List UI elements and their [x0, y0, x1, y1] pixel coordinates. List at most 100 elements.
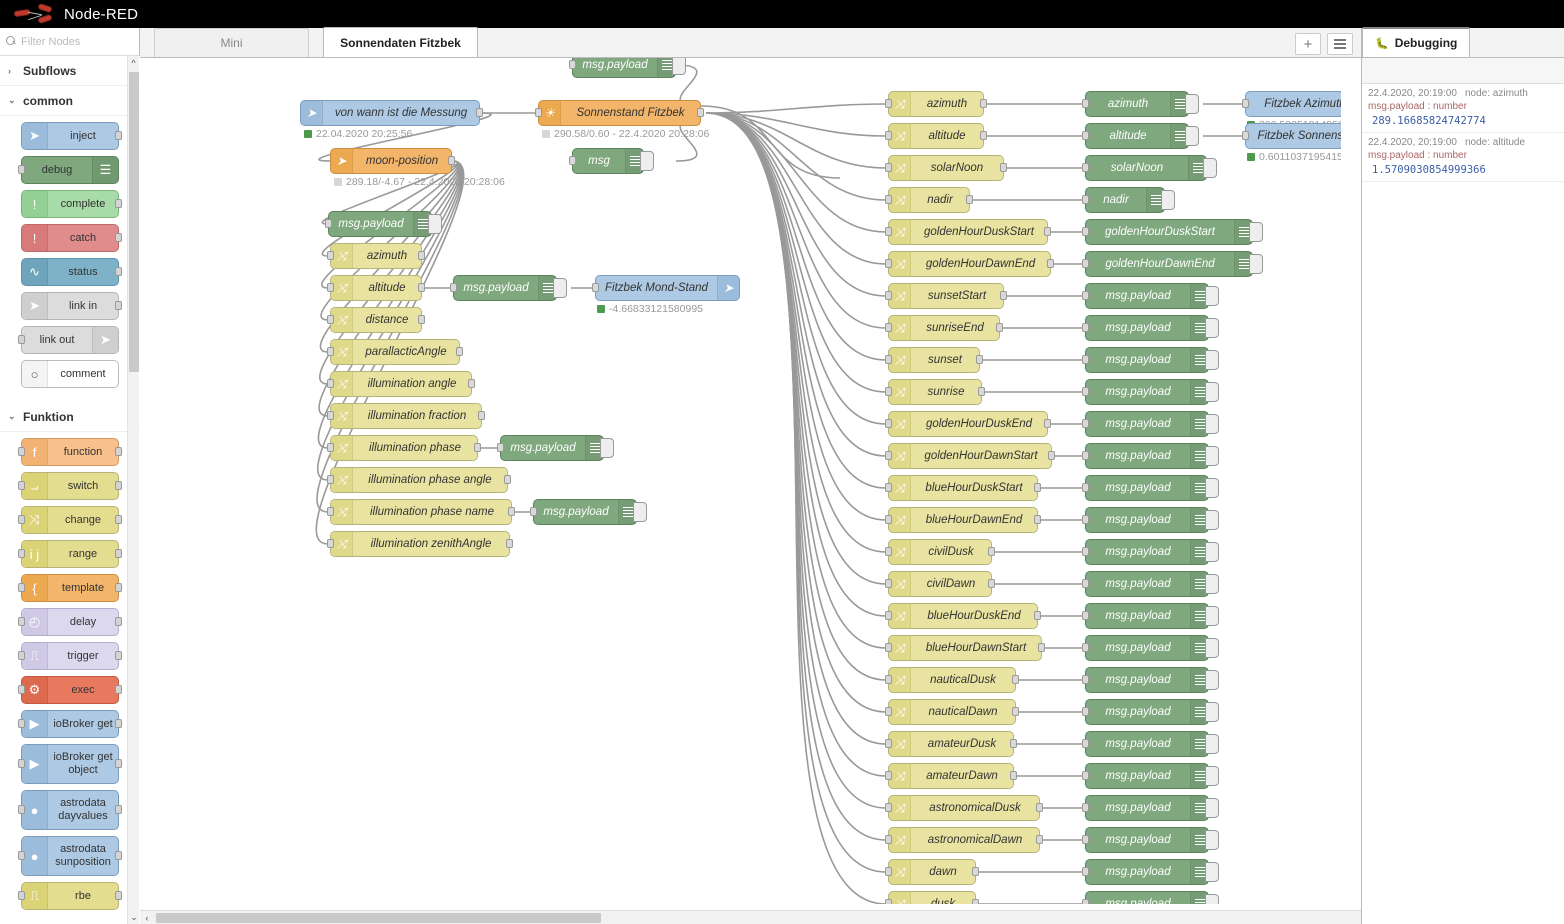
- node-input-port[interactable]: [885, 643, 892, 652]
- flow-node-sun-debug-10[interactable]: msg.payload: [1082, 411, 1219, 437]
- debug-toggle-button[interactable]: [1203, 158, 1217, 178]
- node-input-port[interactable]: [1082, 579, 1089, 588]
- flow-node-sun-debug-5[interactable]: goldenHourDawnEnd: [1082, 251, 1263, 277]
- debug-toggle-button[interactable]: [1205, 574, 1219, 594]
- debug-toggle-button[interactable]: [1205, 638, 1219, 658]
- debug-toggle-button[interactable]: [1249, 222, 1263, 242]
- flow-node-sun-debug-23[interactable]: msg.payload: [1082, 827, 1219, 853]
- flow-node-sun-goldenhourduskend[interactable]: ⤨ goldenHourDuskEnd: [885, 411, 1051, 437]
- flow-node-sun-debug-13[interactable]: msg.payload: [1082, 507, 1219, 533]
- node-input-port[interactable]: [885, 803, 892, 812]
- add-flow-button[interactable]: +: [1295, 33, 1321, 55]
- flow-node-sun-debug-12[interactable]: msg.payload: [1082, 475, 1219, 501]
- node-input-port[interactable]: [1082, 707, 1089, 716]
- node-input-port[interactable]: [1082, 259, 1089, 268]
- debug-toggle-button[interactable]: [1205, 478, 1219, 498]
- debug-toggle-button[interactable]: [1185, 94, 1199, 114]
- node-output-port[interactable]: [1010, 771, 1017, 780]
- palette-scrollbar[interactable]: ^ ⌄: [127, 56, 139, 924]
- node-output-port[interactable]: [972, 867, 979, 876]
- flow-node-sun-debug-8[interactable]: msg.payload: [1082, 347, 1219, 373]
- node-input-port[interactable]: [18, 617, 25, 626]
- flow-node-sun-debug-2[interactable]: solarNoon: [1082, 155, 1217, 181]
- node-output-port[interactable]: [448, 156, 455, 165]
- node-output-port[interactable]: [418, 283, 425, 292]
- palette-category-common[interactable]: ⌄ common: [0, 86, 140, 116]
- palette-node-status[interactable]: ∿ status: [21, 258, 122, 286]
- node-input-port[interactable]: [18, 447, 25, 456]
- flow-node-sun-amateurdusk[interactable]: ⤨ amateurDusk: [885, 731, 1017, 757]
- flow-node-sun-dawn[interactable]: ⤨ dawn: [885, 859, 979, 885]
- node-output-port[interactable]: [1010, 739, 1017, 748]
- debug-toggle-button[interactable]: [1205, 734, 1219, 754]
- node-input-port[interactable]: [885, 99, 892, 108]
- palette-node-delay[interactable]: ◴ delay: [18, 608, 122, 636]
- node-output-port[interactable]: [115, 515, 122, 524]
- flow-node-dbg-moon-payload[interactable]: msg.payload: [325, 211, 442, 237]
- flow-node-moon-illumination-phase-angle[interactable]: ⤨ illumination phase angle: [327, 467, 511, 493]
- flow-node-sun-debug-25[interactable]: msg.payload: [1082, 891, 1219, 904]
- node-input-port[interactable]: [18, 805, 25, 814]
- node-input-port[interactable]: [18, 335, 25, 344]
- node-output-port[interactable]: [1012, 707, 1019, 716]
- node-input-port[interactable]: [1082, 387, 1089, 396]
- search-input[interactable]: [21, 35, 133, 48]
- node-output-port[interactable]: [115, 685, 122, 694]
- node-output-port[interactable]: [418, 251, 425, 260]
- node-input-port[interactable]: [1082, 739, 1089, 748]
- debug-toggle-button[interactable]: [428, 214, 442, 234]
- flow-node-sun-debug-11[interactable]: msg.payload: [1082, 443, 1219, 469]
- flow-node-sun-astronomicaldusk[interactable]: ⤨ astronomicalDusk: [885, 795, 1043, 821]
- palette-scroll-area[interactable]: › Subflows ⌄ common ➤ inject debug ☰! complete! c…: [0, 56, 140, 924]
- debug-toggle-button[interactable]: [1205, 382, 1219, 402]
- flow-node-moon-parallacticangle[interactable]: ⤨ parallacticAngle: [327, 339, 463, 365]
- flow-node-sun-debug-21[interactable]: msg.payload: [1082, 763, 1219, 789]
- node-input-port[interactable]: [1082, 515, 1089, 524]
- node-input-port[interactable]: [327, 475, 334, 484]
- flow-node-moon-debug-2[interactable]: msg.payload: [530, 499, 647, 525]
- node-output-port[interactable]: [1044, 419, 1051, 428]
- node-output-port[interactable]: [115, 131, 122, 140]
- flow-canvas-viewport[interactable]: ➤ von wann ist die Messung 22.04.2020 20:2…: [140, 58, 1361, 924]
- node-output-port[interactable]: [115, 233, 122, 242]
- node-input-port[interactable]: [327, 251, 334, 260]
- canvas-hscroll-thumb[interactable]: [156, 913, 601, 923]
- debug-toggle-button[interactable]: [1205, 702, 1219, 722]
- flow-node-moon-position[interactable]: ➤ moon-position: [330, 148, 455, 174]
- flow-node-sun-debug-18[interactable]: msg.payload: [1082, 667, 1219, 693]
- node-output-port[interactable]: [976, 355, 983, 364]
- node-output-port[interactable]: [115, 447, 122, 456]
- node-input-port[interactable]: [885, 547, 892, 556]
- tab-debugging[interactable]: 🐛 Debugging: [1362, 27, 1471, 57]
- node-output-port[interactable]: [1034, 483, 1041, 492]
- flow-node-sun-debug-0[interactable]: azimuth: [1082, 91, 1199, 117]
- node-input-port[interactable]: [327, 411, 334, 420]
- node-input-port[interactable]: [885, 419, 892, 428]
- flow-node-sun-nauticaldawn[interactable]: ⤨ nauticalDawn: [885, 699, 1019, 725]
- palette-scroll-thumb[interactable]: [129, 72, 139, 372]
- node-output-port[interactable]: [115, 891, 122, 900]
- node-output-port[interactable]: [697, 108, 704, 117]
- flow-node-sun-bluehourduskend[interactable]: ⤨ blueHourDuskEnd: [885, 603, 1041, 629]
- node-output-port[interactable]: [980, 131, 987, 140]
- node-input-port[interactable]: [885, 899, 892, 904]
- node-input-port[interactable]: [1082, 771, 1089, 780]
- node-output-port[interactable]: [1036, 803, 1043, 812]
- debug-toggle-button[interactable]: [1161, 190, 1175, 210]
- node-input-port[interactable]: [1082, 291, 1089, 300]
- flow-node-moon-debug-0[interactable]: msg.payload: [450, 275, 567, 301]
- node-output-port[interactable]: [1000, 291, 1007, 300]
- node-input-port[interactable]: [885, 739, 892, 748]
- node-output-port[interactable]: [115, 301, 122, 310]
- node-output-port[interactable]: [115, 199, 122, 208]
- flow-node-sun-debug-20[interactable]: msg.payload: [1082, 731, 1219, 757]
- node-input-port[interactable]: [1082, 643, 1089, 652]
- node-input-port[interactable]: [885, 483, 892, 492]
- palette-category-funktion[interactable]: ⌄ Funktion: [0, 402, 140, 432]
- flow-node-sun-amateurdawn[interactable]: ⤨ amateurDawn: [885, 763, 1017, 789]
- flow-node-sun-debug-16[interactable]: msg.payload: [1082, 603, 1219, 629]
- flow-node-moon-illumination-zenithangle[interactable]: ⤨ illumination zenithAngle: [327, 531, 513, 557]
- node-output-port[interactable]: [1000, 163, 1007, 172]
- palette-node-trigger[interactable]: ⎍ trigger: [18, 642, 122, 670]
- node-input-port[interactable]: [1082, 99, 1089, 108]
